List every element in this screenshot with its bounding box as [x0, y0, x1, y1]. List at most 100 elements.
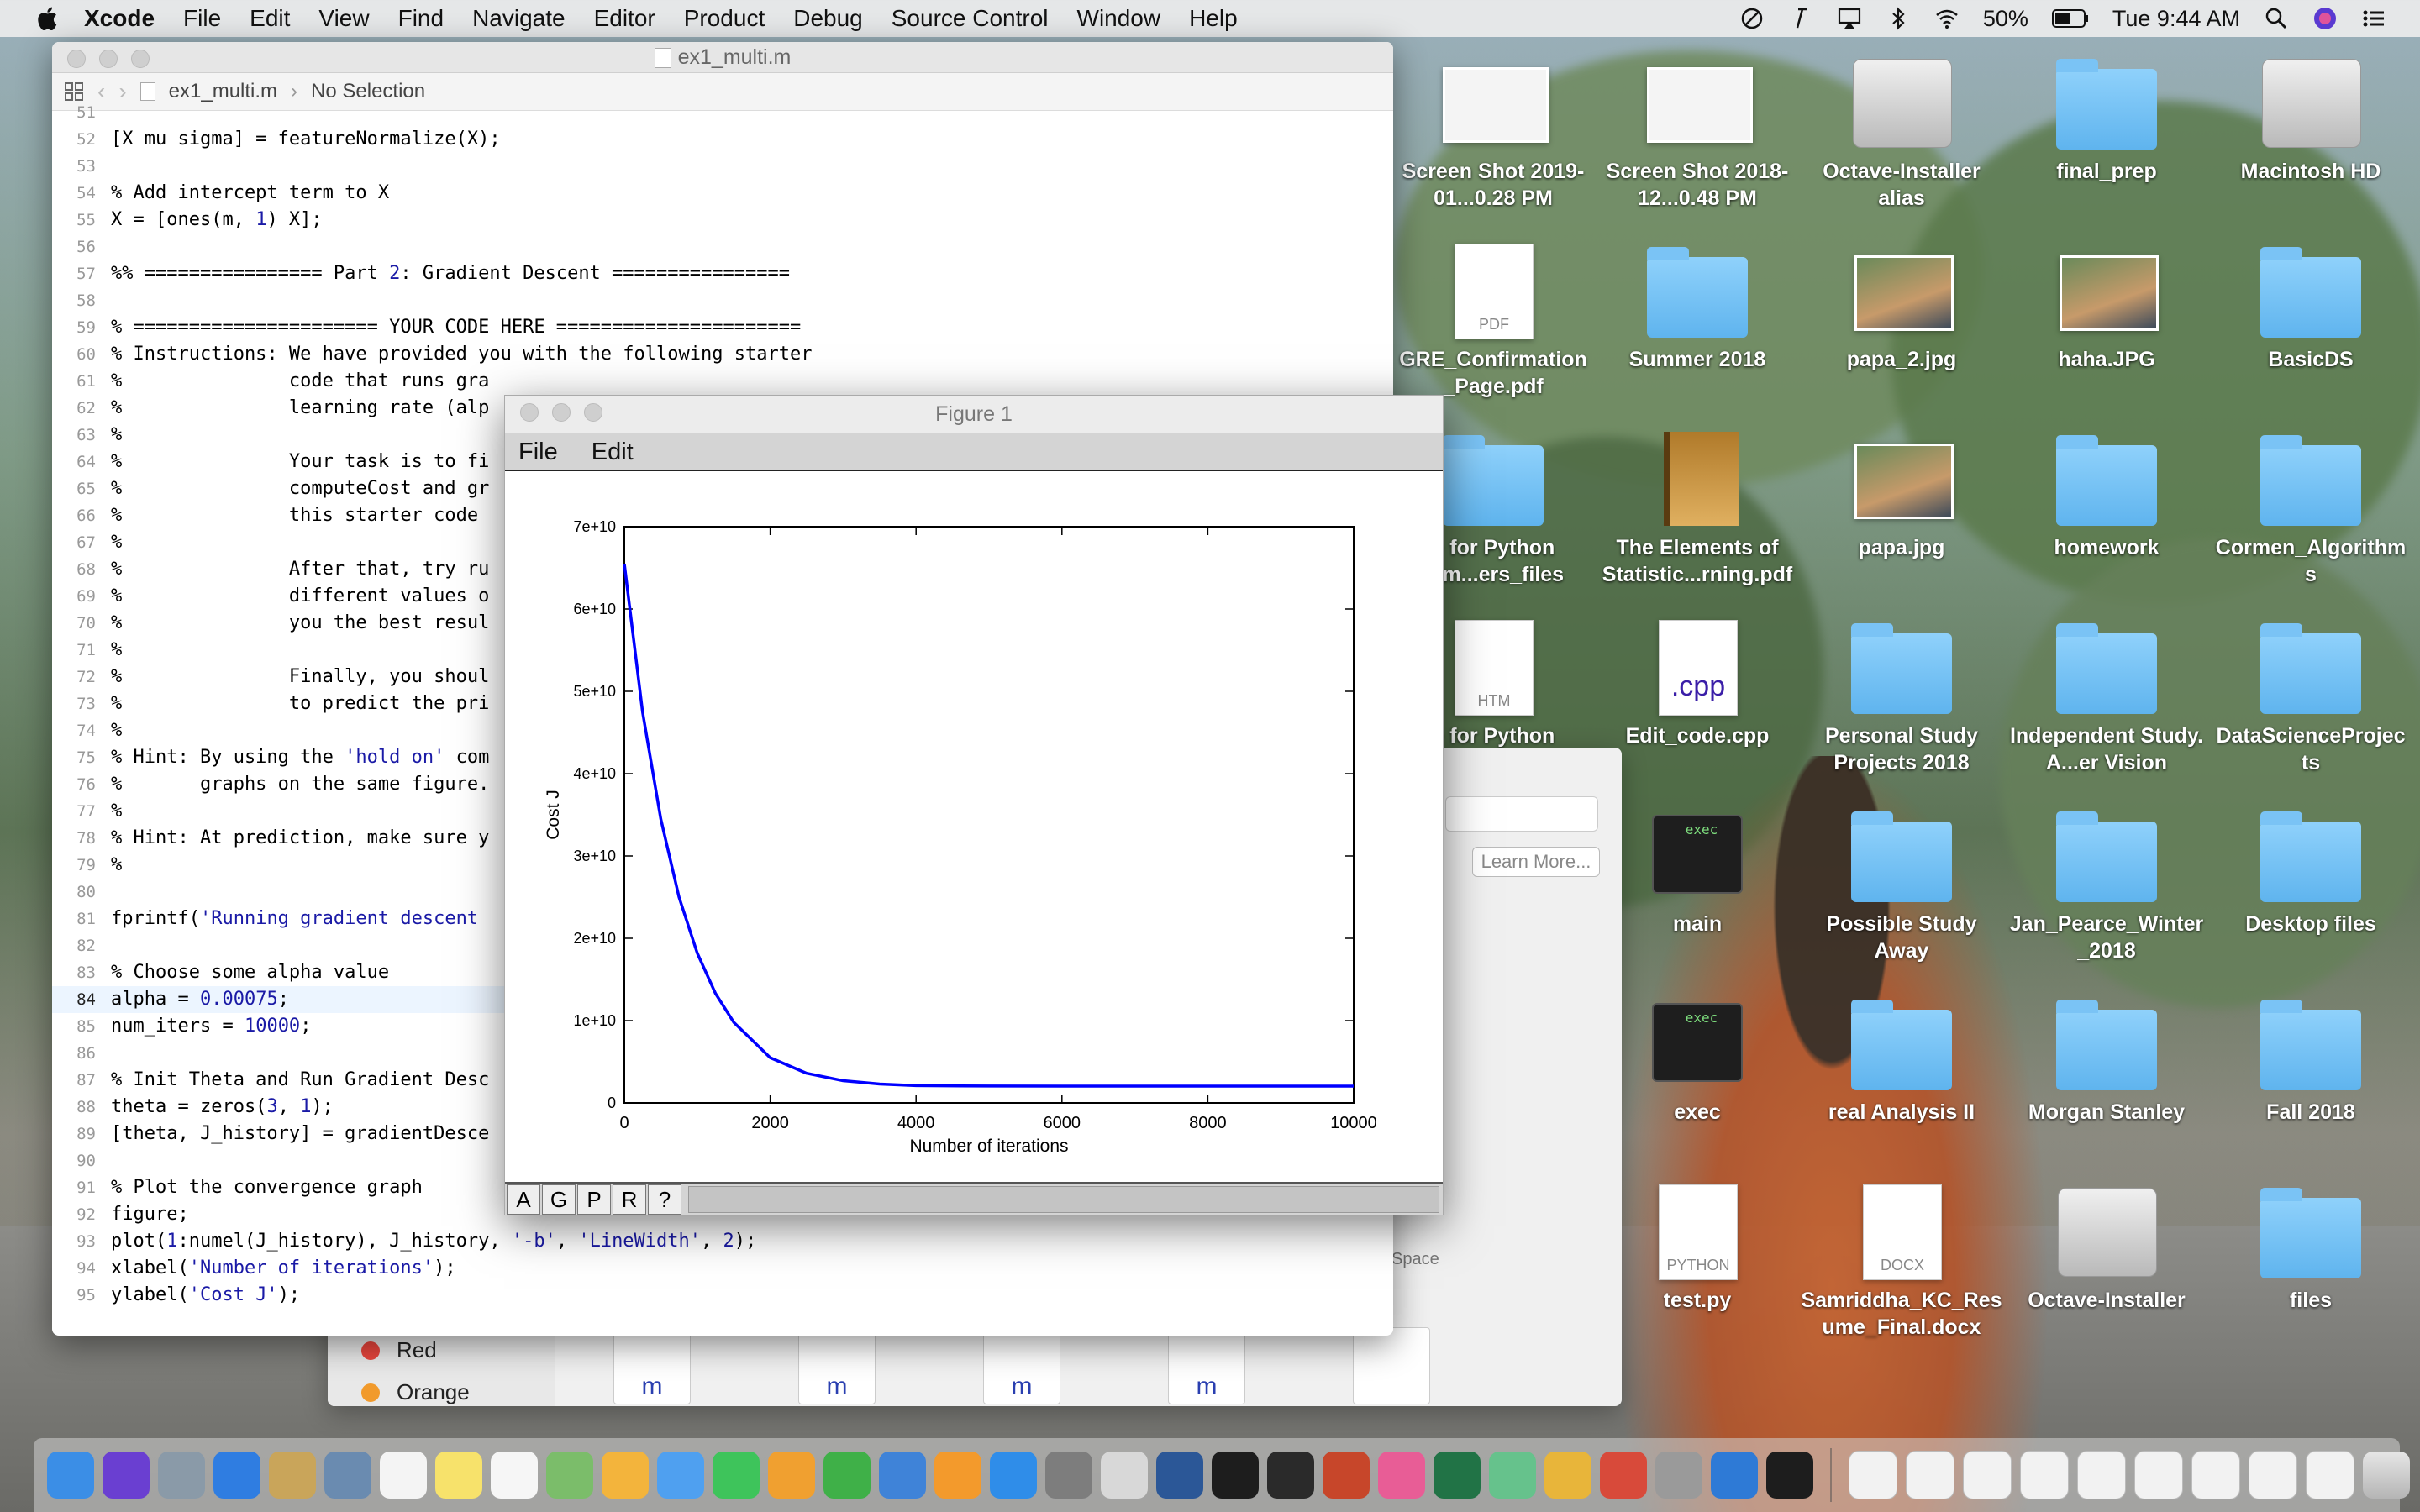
desktop-icon[interactable]: final_prep	[2006, 55, 2207, 185]
dock-xcode-icon[interactable]	[1711, 1452, 1758, 1499]
desktop-icon[interactable]: BasicDS	[2210, 244, 2412, 373]
menu-navigate[interactable]: Navigate	[472, 5, 566, 32]
desktop-icon[interactable]: homework	[2006, 432, 2207, 561]
dialog-text-field[interactable]	[1445, 796, 1598, 832]
zoom-button[interactable]	[584, 403, 602, 422]
dock-launchpad-icon[interactable]	[158, 1452, 205, 1499]
code-line[interactable]: 94 xlabel('Number of iterations');	[52, 1255, 1393, 1282]
desktop-icon[interactable]: Independent Study. A...er Vision	[2006, 620, 2207, 776]
desktop-icon[interactable]: papa.jpg	[1801, 432, 2002, 561]
menu-edit[interactable]: Edit	[250, 5, 290, 32]
dock-document-thumbnail-icon[interactable]	[1963, 1451, 2012, 1499]
toolbar-pan-button[interactable]: P	[577, 1184, 611, 1215]
dock-document-thumbnail-icon[interactable]	[1849, 1451, 1897, 1499]
file-thumbnail[interactable]	[1353, 1327, 1430, 1404]
desktop-icon[interactable]: real Analysis II	[1801, 996, 2002, 1126]
toolbar-grid-button[interactable]: G	[542, 1184, 576, 1215]
figure-menu-edit[interactable]: Edit	[592, 438, 634, 466]
clock[interactable]: Tue 9:44 AM	[2112, 6, 2240, 32]
desktop-icon[interactable]: Octave-Installer alias	[1801, 55, 2002, 212]
desktop-icon[interactable]: Cormen_Algorithm s	[2210, 432, 2412, 588]
desktop-icon[interactable]: Jan_Pearce_Winter _2018	[2006, 808, 2207, 964]
dock-preview-icon[interactable]	[324, 1452, 371, 1499]
menu-find[interactable]: Find	[398, 5, 444, 32]
dock-calendar-icon[interactable]	[380, 1452, 427, 1499]
toolbar-rotate-button[interactable]: R	[613, 1184, 646, 1215]
desktop-icon[interactable]: exec main	[1597, 808, 1798, 937]
menu-file[interactable]: File	[183, 5, 221, 32]
dock-document-thumbnail-icon[interactable]	[2306, 1451, 2354, 1499]
dock-siri-icon[interactable]	[103, 1452, 150, 1499]
minimize-button[interactable]	[99, 50, 118, 68]
minimize-button[interactable]	[552, 403, 571, 422]
m-file-thumbnail[interactable]: m	[798, 1327, 876, 1404]
code-line[interactable]: 53	[52, 153, 1393, 180]
dock-help-icon[interactable]	[1101, 1452, 1148, 1499]
dock-keynote-icon[interactable]	[879, 1452, 926, 1499]
spotlight-search-icon[interactable]	[2264, 6, 2289, 31]
notification-center-icon[interactable]	[2361, 6, 2386, 31]
figure-menu-file[interactable]: File	[518, 438, 558, 466]
desktop-icon[interactable]: Morgan Stanley	[2006, 996, 2207, 1126]
desktop-icon[interactable]: papa_2.jpg	[1801, 244, 2002, 373]
dock-document-thumbnail-icon[interactable]	[1906, 1451, 1954, 1499]
siri-icon[interactable]	[2312, 6, 2338, 31]
desktop-icon[interactable]: PYTHON test.py	[1597, 1184, 1798, 1314]
menu-window[interactable]: Window	[1077, 5, 1161, 32]
dock-itunes-icon[interactable]	[1378, 1452, 1425, 1499]
apple-logo-icon[interactable]	[35, 5, 59, 32]
code-line[interactable]: 61 % code that runs gra	[52, 368, 1393, 395]
battery-percent[interactable]: 50%	[1983, 6, 2028, 32]
dock-system-preferences-icon[interactable]	[1045, 1452, 1092, 1499]
script-editor-icon[interactable]	[1788, 6, 1813, 31]
menu-help[interactable]: Help	[1189, 5, 1238, 32]
figure-title-bar[interactable]: Figure 1	[505, 396, 1443, 433]
m-file-thumbnail[interactable]: m	[613, 1327, 691, 1404]
airplay-icon[interactable]	[1837, 6, 1862, 31]
dock-finder-icon[interactable]	[47, 1452, 94, 1499]
desktop-icon[interactable]: Octave-Installer	[2006, 1184, 2207, 1314]
dock-facetime-icon[interactable]	[713, 1452, 760, 1499]
dock-photos-icon[interactable]	[602, 1452, 649, 1499]
menu-source-control[interactable]: Source Control	[892, 5, 1049, 32]
wifi-icon[interactable]	[1934, 6, 1960, 31]
dock-disk-utility-icon[interactable]	[1655, 1452, 1702, 1499]
dock-trash-icon[interactable]	[2363, 1452, 2410, 1499]
desktop-icon[interactable]: Personal Study Projects 2018	[1801, 620, 2002, 776]
desktop-icon[interactable]: files	[2210, 1184, 2412, 1314]
dock-pages-icon[interactable]	[768, 1452, 815, 1499]
code-line[interactable]: 59 % ====================== YOUR CODE HER…	[52, 314, 1393, 341]
desktop-icon[interactable]: Summer 2018	[1597, 244, 1798, 373]
dock-document-thumbnail-icon[interactable]	[2249, 1451, 2297, 1499]
battery-icon[interactable]	[2051, 8, 2089, 29]
desktop-icon[interactable]: DataScienceProjec ts	[2210, 620, 2412, 776]
do-not-disturb-icon[interactable]	[1739, 6, 1765, 31]
dock-activity-monitor-icon[interactable]	[1267, 1452, 1314, 1499]
code-line[interactable]: 57 %% ================ Part 2: Gradient D…	[52, 260, 1393, 287]
code-line[interactable]: 95 ylabel('Cost J');	[52, 1282, 1393, 1309]
code-line[interactable]: 58	[52, 287, 1393, 314]
toolbar-help-button[interactable]: ?	[648, 1184, 681, 1215]
code-line[interactable]: 55 X = [ones(m, 1) X];	[52, 207, 1393, 234]
dock-notes-book-icon[interactable]	[269, 1452, 316, 1499]
desktop-icon[interactable]: Screen Shot 2018-12...0.48 PM	[1597, 55, 1798, 212]
menu-view[interactable]: View	[318, 5, 369, 32]
menu-app-name[interactable]: Xcode	[84, 5, 155, 32]
toolbar-axes-button[interactable]: A	[507, 1184, 540, 1215]
tag-red[interactable]: Red	[361, 1337, 437, 1363]
m-file-thumbnail[interactable]: m	[983, 1327, 1060, 1404]
desktop-icon[interactable]: Macintosh HD	[2210, 55, 2412, 185]
menu-editor[interactable]: Editor	[594, 5, 655, 32]
desktop-icon[interactable]: Screen Shot 2019-01...0.28 PM	[1392, 55, 1594, 212]
dock-powerpoint-icon[interactable]	[1323, 1452, 1370, 1499]
learn-more-button[interactable]: Learn More...	[1472, 847, 1600, 877]
bluetooth-icon[interactable]	[1886, 6, 1911, 31]
code-line[interactable]: 60 % Instructions: We have provided you w…	[52, 341, 1393, 368]
dock-stickies-icon[interactable]	[435, 1452, 482, 1499]
desktop-icon[interactable]: haha.JPG	[2006, 244, 2207, 373]
desktop-icon[interactable]: DOCX Samriddha_KC_Res ume_Final.docx	[1801, 1184, 2002, 1341]
code-line[interactable]: 52 [X mu sigma] = featureNormalize(X);	[52, 126, 1393, 153]
dock-app-grid-icon[interactable]	[1600, 1452, 1647, 1499]
dock-document-thumbnail-icon[interactable]	[2191, 1451, 2240, 1499]
menu-debug[interactable]: Debug	[793, 5, 863, 32]
